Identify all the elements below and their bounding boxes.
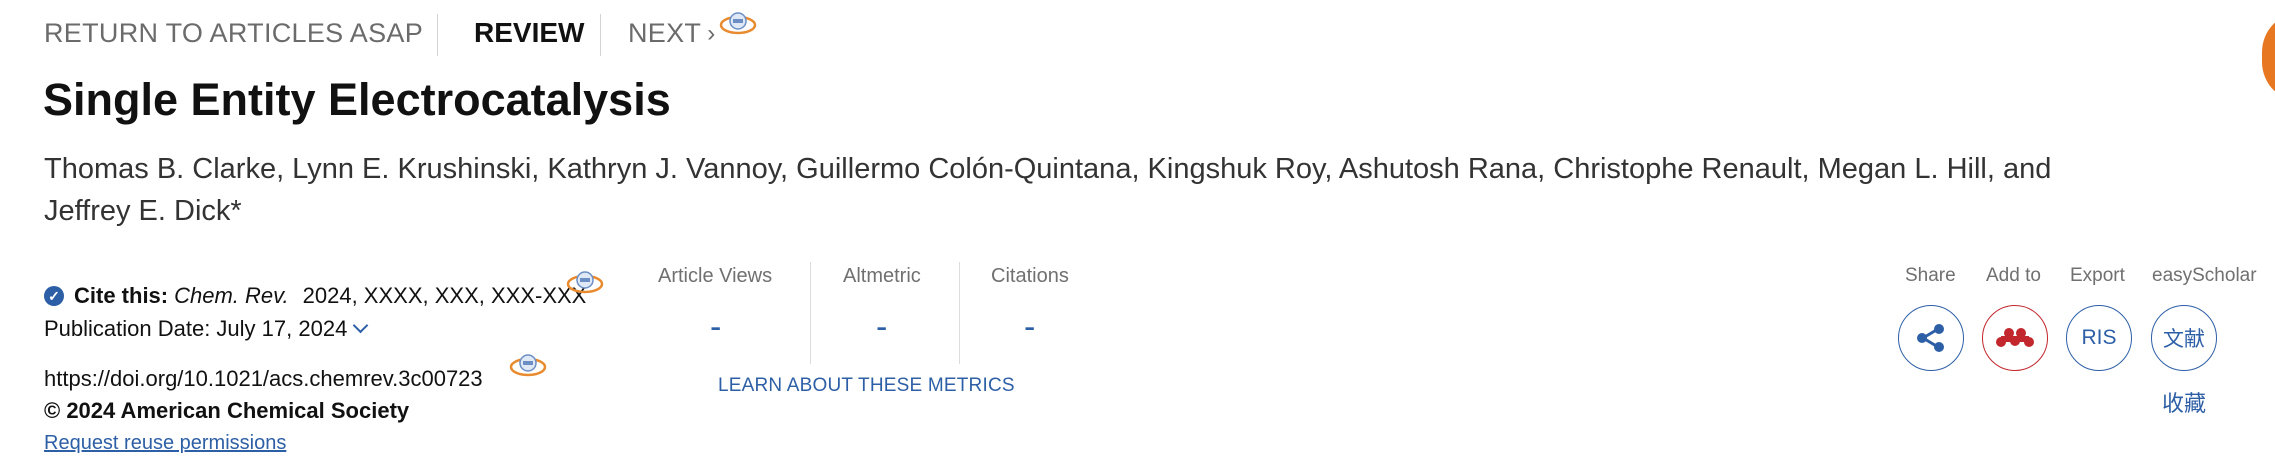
metric-article-views-label: Article Views [658, 265, 773, 287]
next-link[interactable]: NEXT › [628, 18, 715, 49]
return-to-articles-link[interactable]: RETURN TO ARTICLES ASAP [44, 18, 423, 49]
next-label: NEXT [628, 18, 702, 48]
metric-altmetric-value: - [876, 308, 888, 346]
scholar-extension-icon[interactable] [565, 267, 605, 297]
doi-link[interactable]: https://doi.org/10.1021/acs.chemrev.3c00… [44, 366, 483, 392]
metric-article-views-value: - [710, 308, 722, 346]
mendeley-icon [1996, 328, 2034, 347]
share-label: Share [1905, 265, 1956, 286]
nav-divider [600, 14, 601, 56]
cite-journal: Chem. Rev. [174, 283, 289, 308]
cite-details: 2024, XXXX, XXX, XXX-XXX [302, 283, 587, 308]
add-to-label: Add to [1986, 265, 2041, 286]
chevron-down-icon [353, 317, 369, 334]
metric-citations-label: Citations [991, 265, 1069, 287]
side-widget-tab[interactable] [2262, 12, 2275, 102]
learn-about-metrics-link[interactable]: LEARN ABOUT THESE METRICS [718, 375, 1015, 397]
authors-line-2[interactable]: Jeffrey E. Dick* [44, 190, 2104, 232]
metric-citations-value: - [1024, 308, 1036, 346]
collect-link[interactable]: 收藏 [2162, 386, 2206, 418]
publication-date: Publication Date: July 17, 2024 [44, 316, 348, 341]
authors-line-1[interactable]: Thomas B. Clarke, Lynn E. Krushinski, Ka… [44, 148, 2104, 190]
scholar-extension-icon[interactable] [718, 8, 758, 38]
nav-divider [437, 14, 438, 56]
share-button[interactable] [1898, 305, 1964, 371]
ris-label: RIS [2081, 326, 2117, 349]
export-label: Export [2070, 265, 2125, 286]
author-list: Thomas B. Clarke, Lynn E. Krushinski, Ka… [44, 148, 2104, 232]
copyright-notice: © 2024 American Chemical Society [44, 398, 410, 423]
metric-divider [959, 262, 960, 364]
metric-divider [810, 262, 811, 364]
easyscholar-wenxian-button[interactable]: 文献 [2151, 305, 2217, 371]
cite-label: Cite this: [74, 283, 169, 308]
review-label: REVIEW [474, 17, 585, 48]
article-title: Single Entity Electrocatalysis [43, 74, 671, 125]
share-icon [1917, 324, 1944, 352]
request-reuse-permissions-link[interactable]: Request reuse permissions [44, 432, 286, 455]
scholar-extension-icon[interactable] [508, 350, 548, 380]
publication-date-toggle[interactable]: Publication Date: July 17, 2024 [44, 316, 369, 342]
export-ris-button[interactable]: RIS [2066, 305, 2132, 371]
cite-this-row: ✓ Cite this: Chem. Rev. 2024, XXXX, XXX,… [44, 283, 586, 309]
easyscholar-label: easyScholar [2152, 265, 2257, 286]
wenxian-label: 文献 [2163, 328, 2205, 351]
chevron-right-icon: › [707, 19, 716, 47]
check-circle-icon: ✓ [44, 286, 64, 306]
add-to-mendeley-button[interactable] [1982, 305, 2048, 371]
metric-altmetric-label: Altmetric [843, 265, 921, 287]
